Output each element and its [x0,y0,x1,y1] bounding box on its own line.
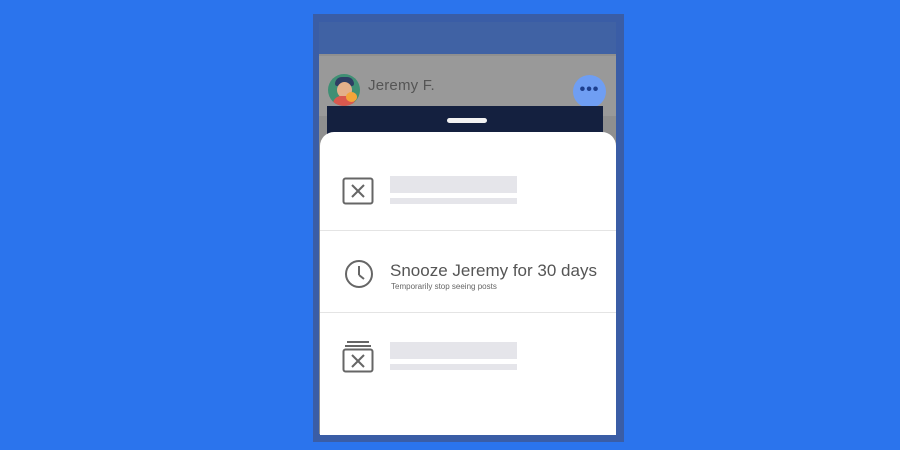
placeholder-subtitle-bar [390,198,517,204]
placeholder-title-bar [390,176,517,193]
menu-divider [320,312,616,313]
menu-divider [320,230,616,231]
sheet-drag-handle[interactable] [447,118,487,123]
placeholder-subtitle-bar [390,364,517,370]
post-author-name[interactable]: Jeremy F. [368,77,435,94]
snooze-sublabel: Temporarily stop seeing posts [391,282,497,291]
snooze-label: Snooze Jeremy for 30 days [390,261,597,280]
app-top-bar [319,22,616,54]
bottom-sheet: Snooze Jeremy for 30 days Temporarily st… [320,132,616,435]
placeholder-title-bar [390,342,517,359]
stacked-x-square-icon [342,341,374,373]
avatar[interactable] [328,74,360,106]
clock-icon [345,260,373,288]
avatar-pet [346,92,357,102]
x-square-icon [342,177,374,205]
more-options-button[interactable]: ••• [573,75,606,108]
